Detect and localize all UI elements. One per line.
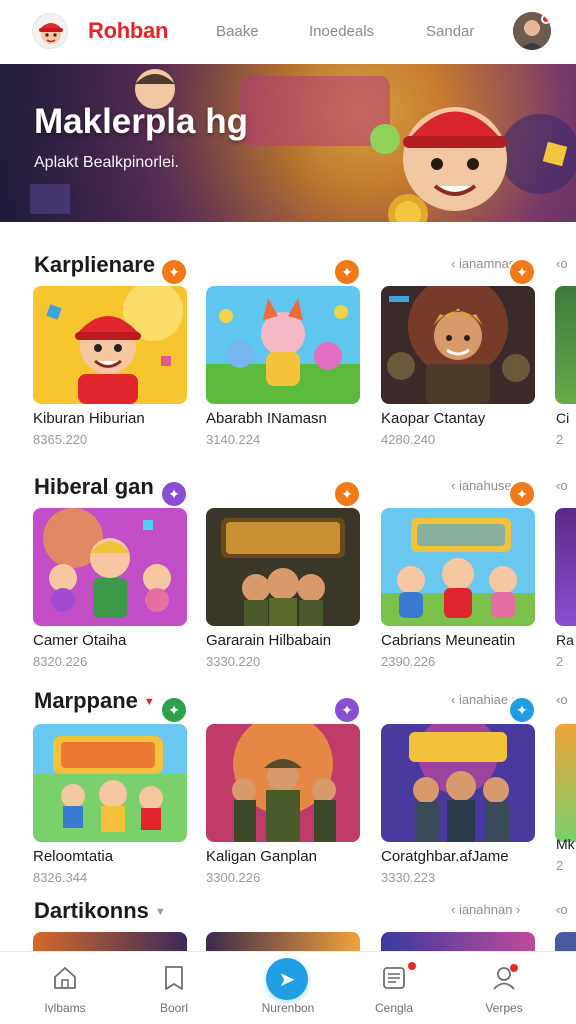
bookmark-icon (165, 966, 183, 990)
game-thumbnail (381, 286, 535, 404)
game-thumbnail (381, 508, 535, 626)
section-title-wrap[interactable]: Marppane ▼ (34, 688, 155, 714)
game-thumbnail (33, 508, 187, 626)
brand-name[interactable]: Rohban (88, 18, 168, 44)
notification-dot (408, 962, 416, 970)
game-price: 8320.226 (33, 654, 88, 669)
section-see-all-peek[interactable]: ‹o (556, 692, 568, 707)
game-thumbnail (206, 724, 360, 842)
section-2: Hiberal gan▼ ‹ ianahuse › ‹o ✦ Camer Ota… (0, 462, 576, 692)
game-card-peek[interactable] (555, 286, 576, 404)
tab-profile[interactable]: Verpes (456, 952, 552, 1024)
chevron-down-icon: ▼ (143, 696, 155, 709)
game-price: 3330.223 (381, 870, 436, 885)
section-title: Dartikonns (34, 898, 149, 923)
spark-icon[interactable]: ✦ (160, 258, 188, 286)
spark-icon[interactable]: ✦ (333, 258, 361, 286)
tab-label: Verpes (485, 1001, 523, 1015)
game-title: Kaligan Ganplan (206, 848, 317, 865)
section-see-all-peek[interactable]: ‹o (556, 256, 568, 271)
nav-link-3[interactable]: Sandar (426, 23, 474, 40)
tab-play[interactable]: ➤ Nurenbon (240, 952, 336, 1024)
game-title: Reloomtatia (33, 848, 114, 865)
game-title: Gararain Hilbabain (206, 632, 332, 649)
tab-label: Cengla (374, 1001, 414, 1015)
document-icon (383, 967, 405, 989)
peek-title: Ra (556, 632, 574, 648)
bottom-nav: Ivlbams Boorl ➤ Nurenbon Cengla Verpes (0, 951, 576, 1024)
section-4: Dartikonns ▼ ‹ ianahnan › ‹o (0, 888, 576, 952)
section-see-all-link[interactable]: ‹ ianahiae › (451, 692, 516, 707)
section-title: Hiberal gan (34, 474, 154, 499)
hero-subtitle: Aplakt Bealkpinorlei. (34, 154, 179, 171)
hero-banner[interactable]: Maklerpla hg Aplakt Bealkpinorlei. (0, 64, 576, 222)
game-title: Coratghbar.afJame (381, 848, 509, 865)
play-icon: ➤ (266, 958, 308, 1000)
game-card-peek[interactable] (555, 724, 576, 842)
spark-icon[interactable]: ✦ (333, 696, 361, 724)
section-title: Karplienare (34, 252, 156, 277)
game-thumbnail (381, 724, 535, 842)
section-see-all-peek[interactable]: ‹o (556, 478, 568, 493)
top-bar: Rohban Baake Inoedeals Sandar (0, 0, 576, 64)
game-price: 4280.240 (381, 432, 436, 447)
game-card-peek[interactable] (555, 508, 576, 626)
peek-price: 2 (556, 858, 564, 873)
notification-dot (510, 964, 518, 972)
section-1: Karplienare▼ ‹ ianamnas › ‹o ✦ Kiburan H… (0, 222, 576, 462)
section-title: Marppane (34, 688, 138, 713)
notification-dot (541, 14, 551, 24)
section-see-all-link[interactable]: ‹ ianahnan › (451, 902, 520, 917)
hero-title: Maklerpla hg (34, 102, 248, 141)
tab-bookmark[interactable]: Boorl (126, 952, 222, 1024)
home-icon (54, 967, 76, 989)
game-card-peek[interactable] (555, 932, 576, 952)
game-thumbnail (33, 724, 187, 842)
hero-artwork (30, 69, 576, 222)
chevron-down-icon: ▼ (154, 906, 166, 919)
game-title: Abarabh INamasn (206, 410, 327, 427)
game-card[interactable] (206, 932, 360, 952)
game-price: 3140.224 (206, 432, 261, 447)
game-thumbnail (206, 508, 360, 626)
brand-mascot-icon[interactable] (32, 13, 68, 49)
game-price: 2390.226 (381, 654, 436, 669)
peek-title: Mk (556, 836, 575, 852)
game-price: 8326.344 (33, 870, 88, 885)
game-title: Kaopar Ctantay (381, 410, 486, 427)
game-thumbnail (206, 286, 360, 404)
game-title: Kiburan Hiburian (33, 410, 145, 427)
nav-link-1[interactable]: Baake (216, 23, 259, 40)
spark-icon[interactable]: ✦ (508, 480, 536, 508)
peek-title: Ci (556, 410, 570, 426)
game-card[interactable] (33, 932, 187, 952)
section-title-wrap[interactable]: Karplienare▼ (34, 252, 172, 278)
game-price: 3330.220 (206, 654, 261, 669)
section-title-wrap[interactable]: Hiberal gan▼ (34, 474, 171, 500)
tab-label: Ivlbams (44, 1001, 86, 1015)
spark-icon[interactable]: ✦ (160, 480, 188, 508)
section-see-all-peek[interactable]: ‹o (556, 902, 568, 917)
game-price: 8365.220 (33, 432, 88, 447)
tab-home[interactable]: Ivlbams (17, 952, 113, 1024)
peek-price: 2 (556, 432, 564, 447)
game-title: Camer Otaiha (33, 632, 127, 649)
section-title-wrap[interactable]: Dartikonns ▼ (34, 898, 166, 924)
spark-icon[interactable]: ✦ (508, 696, 536, 724)
tab-label: Boorl (159, 1001, 188, 1015)
tab-label: Nurenbon (261, 1001, 315, 1015)
peek-price: 2 (556, 654, 564, 669)
game-title: Cabrians Meuneatin (381, 632, 516, 649)
game-card[interactable] (381, 932, 535, 952)
nav-link-2[interactable]: Inoedeals (309, 23, 374, 40)
game-price: 3300.226 (206, 870, 261, 885)
section-3: Marppane ▼ ‹ ianahiae › ‹o ✦ Reloomtatia … (0, 678, 576, 898)
spark-icon[interactable]: ✦ (508, 258, 536, 286)
spark-icon[interactable]: ✦ (160, 696, 188, 724)
spark-icon[interactable]: ✦ (333, 480, 361, 508)
user-avatar[interactable] (513, 12, 551, 50)
game-thumbnail (33, 286, 187, 404)
tab-document[interactable]: Cengla (346, 952, 442, 1024)
